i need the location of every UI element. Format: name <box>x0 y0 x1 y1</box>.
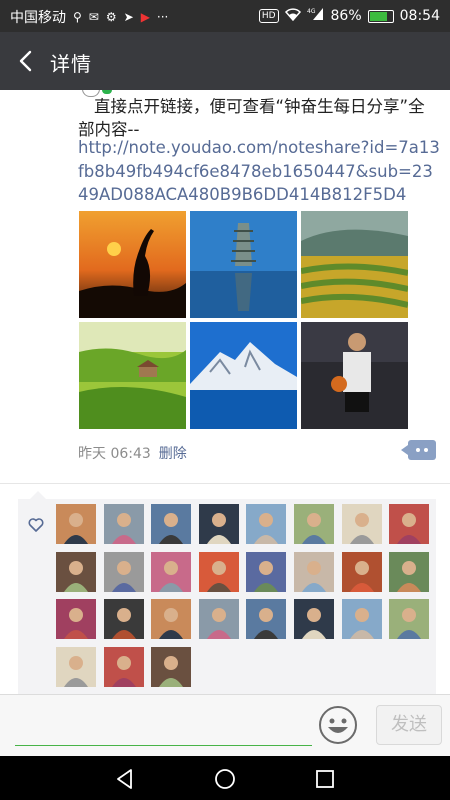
app-icon: ⚙ <box>105 10 117 24</box>
likes-panel <box>18 491 436 694</box>
photo-4[interactable] <box>79 322 186 429</box>
liker-avatar[interactable] <box>151 551 192 592</box>
liker-avatar[interactable] <box>341 599 382 639</box>
liker-avatar[interactable] <box>103 504 144 544</box>
heart-outline-icon <box>28 518 44 532</box>
dot-icon <box>424 448 428 452</box>
network-label: 4G <box>307 8 316 15</box>
nav-home-icon[interactable] <box>213 767 237 791</box>
photo-5[interactable] <box>190 322 297 429</box>
photo-2[interactable] <box>190 211 297 318</box>
system-nav-bar <box>0 756 450 800</box>
emoji-icon[interactable] <box>318 705 358 745</box>
battery-icon <box>367 9 394 23</box>
nav-recents-icon[interactable] <box>313 767 337 791</box>
liker-avatar[interactable] <box>294 551 334 592</box>
liker-avatar[interactable] <box>56 504 96 544</box>
post-meta: 昨天 06:43 删除 <box>78 443 187 463</box>
liker-avatar[interactable] <box>56 551 96 592</box>
liker-avatar[interactable] <box>198 504 239 544</box>
wifi-icon <box>284 7 301 25</box>
usb-icon: ⚲ <box>73 10 82 24</box>
post-link[interactable]: http://note.youdao.com/noteshare?id=7a13… <box>78 136 443 207</box>
photo-6[interactable] <box>301 322 408 429</box>
liker-avatar[interactable] <box>103 551 144 592</box>
comment-input-bar: 发送 <box>0 694 450 757</box>
liker-avatar[interactable] <box>389 551 430 592</box>
liker-avatar[interactable] <box>389 504 430 544</box>
liker-avatar[interactable] <box>103 599 144 639</box>
liker-avatar[interactable] <box>294 504 334 544</box>
play-icon: ▶ <box>140 10 150 24</box>
clock: 08:54 <box>399 8 440 24</box>
liker-avatar[interactable] <box>246 599 287 639</box>
signal-icon: 4G <box>307 7 325 25</box>
liker-avatar[interactable] <box>294 599 334 639</box>
photo-3[interactable] <box>301 211 408 318</box>
liker-avatar[interactable] <box>56 599 96 639</box>
liker-avatar[interactable] <box>198 599 239 639</box>
status-bar: 中国移动 ⚲ ✉ ⚙ ➤ ▶ ··· HD 4G 86% 08:54 <box>0 0 450 32</box>
liker-avatar[interactable] <box>151 646 192 687</box>
liker-avatar[interactable] <box>56 646 96 687</box>
send-icon: ➤ <box>123 10 134 24</box>
dot-icon <box>416 448 420 452</box>
liker-avatar[interactable] <box>198 551 239 592</box>
liker-avatar[interactable] <box>246 504 287 544</box>
hd-badge: HD <box>258 9 279 23</box>
send-button[interactable]: 发送 <box>376 705 442 745</box>
notification-icon: ✉ <box>88 10 99 24</box>
photo-1[interactable] <box>79 211 186 318</box>
more-notifications-icon: ··· <box>156 10 169 24</box>
nav-back-icon[interactable] <box>113 767 137 791</box>
back-arrow-icon[interactable] <box>14 48 40 74</box>
liker-avatar[interactable] <box>341 504 382 544</box>
comment-button[interactable] <box>401 440 436 460</box>
post-time: 昨天 06:43 <box>78 446 151 462</box>
status-dot <box>102 90 112 94</box>
liker-avatar[interactable] <box>389 599 430 639</box>
liker-avatar[interactable] <box>151 504 192 544</box>
liker-avatar[interactable] <box>103 646 144 687</box>
liker-avatar[interactable] <box>341 551 382 592</box>
page-title: 详情 <box>50 52 92 76</box>
battery-percent: 86% <box>330 8 362 24</box>
divider <box>0 483 450 484</box>
comment-input[interactable] <box>15 703 312 746</box>
moment-detail: 直接点开链接，便可查看“钟奋生每日分享”全部内容-- http://note.y… <box>0 90 450 694</box>
carrier-label: 中国移动 <box>10 10 66 26</box>
post-text: 直接点开链接，便可查看“钟奋生每日分享”全部内容-- <box>78 97 425 139</box>
delete-link[interactable]: 删除 <box>159 446 187 462</box>
liker-avatar[interactable] <box>151 599 192 639</box>
title-bar: 详情 <box>0 32 450 90</box>
liker-avatar[interactable] <box>246 551 287 592</box>
